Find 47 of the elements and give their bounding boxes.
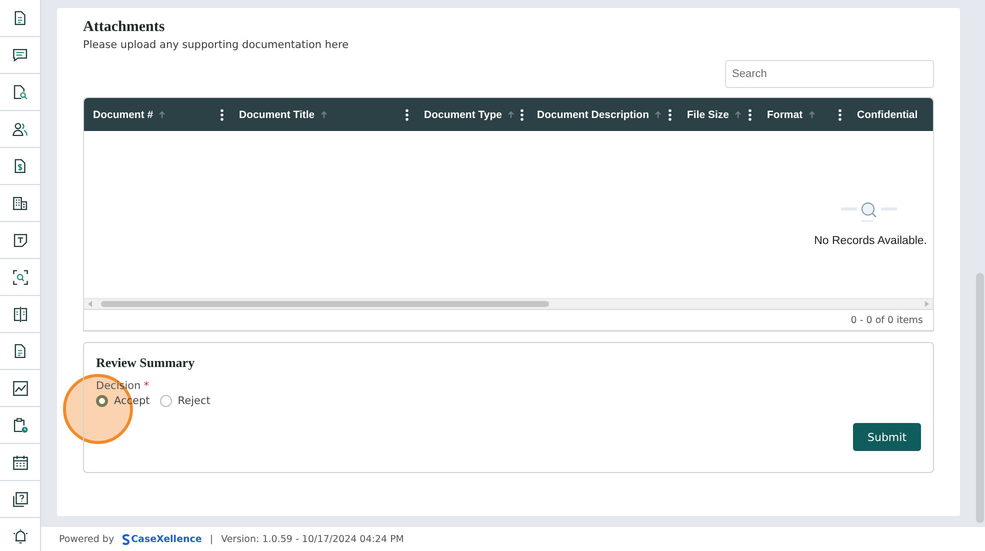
sort-arrow-icon[interactable] [734,110,742,119]
sort-arrow-icon[interactable] [506,110,515,119]
bell-icon[interactable] [12,528,28,545]
column-header[interactable]: Document Description [537,108,650,120]
chat-icon[interactable] [12,46,28,64]
compare-icon[interactable] [12,306,28,322]
column-menu-icon[interactable] [520,108,524,120]
column-menu-icon[interactable] [220,108,224,120]
column-header[interactable]: File Size [687,108,730,120]
column-header[interactable]: Document # [93,108,154,120]
submit-button[interactable]: Submit [853,423,921,451]
sort-arrow-icon[interactable] [808,110,816,119]
sort-arrow-icon[interactable] [158,110,166,119]
search-field[interactable]: Search [725,60,934,88]
sort-arrow-icon[interactable] [654,110,662,119]
building-icon[interactable] [12,194,28,212]
column-header[interactable]: Confidential [857,108,918,120]
version-text: Version: 1.0.59 - 10/17/2024 04:24 PM [221,534,404,544]
logo-icon [122,534,130,544]
section-title: Attachments [83,18,166,36]
file-search-icon[interactable] [12,84,28,100]
radio-label[interactable]: Reject [178,395,210,407]
separator: | [210,534,214,544]
column-menu-icon[interactable] [748,108,752,120]
pager-info: 0 - 0 of 0 items [850,314,923,326]
powered-by-text: Powered by [59,534,114,544]
section-subtitle: Please upload any supporting documentation here [83,38,350,52]
column-menu-icon[interactable] [405,108,409,120]
chart-icon[interactable] [12,380,28,396]
text-note-icon[interactable] [12,232,28,248]
column-menu-icon[interactable] [838,108,842,120]
column-menu-icon[interactable] [668,108,672,120]
sort-arrow-icon[interactable] [320,110,328,119]
required-mark: * [144,380,149,392]
help-icon[interactable] [12,490,28,508]
calendar-icon[interactable] [12,454,28,470]
people-icon[interactable] [12,120,28,138]
scan-icon[interactable] [12,268,28,286]
radio-button[interactable] [160,395,172,407]
empty-message: No Records Available. [814,235,927,247]
column-header[interactable]: Document Type [424,108,502,120]
empty-search-icon [839,201,899,223]
column-header[interactable]: Format [767,108,803,120]
clipboard-clock-icon[interactable] [12,416,28,434]
card-title: Review Summary [96,355,196,371]
brand-name: CaseXellence [131,534,202,544]
column-header[interactable]: Document Title [239,108,315,120]
